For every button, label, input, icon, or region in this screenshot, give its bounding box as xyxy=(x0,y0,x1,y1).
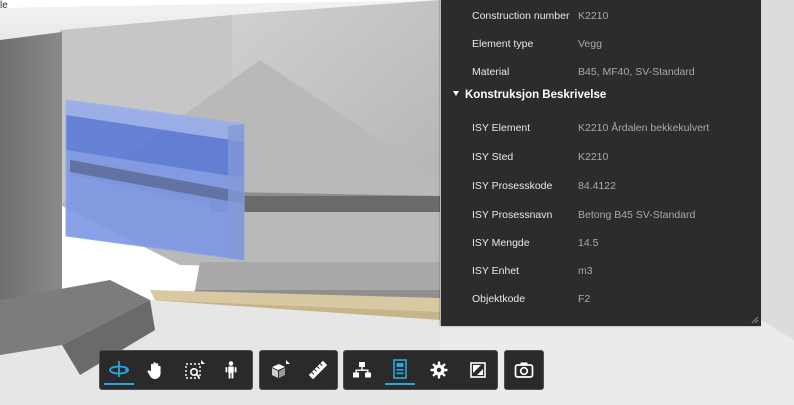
first-person-button[interactable] xyxy=(216,355,246,385)
section-header-konstruksjon[interactable]: Konstruksjon Beskrivelse xyxy=(453,89,606,101)
property-row: ISY Prosessnavn Betong B45 SV-Standard xyxy=(441,201,761,229)
fullscreen-icon xyxy=(470,362,486,378)
property-key: ISY Prosessnavn xyxy=(472,209,553,221)
property-value: Betong B45 SV-Standard xyxy=(578,209,696,221)
fit-to-view-icon xyxy=(185,360,205,379)
property-key: ISY Prosesskode xyxy=(472,180,553,192)
property-key: Construction number xyxy=(472,10,570,22)
resize-grip-icon[interactable] xyxy=(751,316,759,324)
caret-down-icon xyxy=(453,91,459,96)
model-browser-icon xyxy=(353,362,371,378)
toolbar-capture-group xyxy=(504,350,544,390)
property-key: ISY Enhet xyxy=(472,265,520,277)
property-value: F2 xyxy=(578,293,591,305)
property-row: ISY Element K2210 Årdalen bekkekulvert xyxy=(441,114,761,142)
toolbar-navigation-group xyxy=(99,350,253,390)
property-value: K2210 xyxy=(578,151,609,163)
orbit-icon xyxy=(109,361,129,377)
first-person-walk-icon xyxy=(225,361,237,379)
settings-gear-icon xyxy=(430,361,448,379)
property-value: 84.4122 xyxy=(578,180,616,192)
property-row: ISY Mengde 14.5 xyxy=(441,229,761,257)
property-key: Material xyxy=(472,66,510,78)
property-value: K2210 xyxy=(578,10,609,22)
property-row: Construction number K2210 xyxy=(441,2,761,30)
property-value: 14.5 xyxy=(578,237,599,249)
property-key: Element type xyxy=(472,38,534,50)
property-row: ISY Enhet m3 xyxy=(441,257,761,285)
toolbar-panels-group xyxy=(343,350,498,390)
property-value: m3 xyxy=(578,265,593,277)
camera-icon xyxy=(514,362,534,378)
property-key: ISY Mengde xyxy=(472,237,530,249)
left-edge-text: le xyxy=(0,0,8,11)
property-row: ISY Sted K2210 xyxy=(441,143,761,171)
property-row: Material B45, MF40, SV-Standard xyxy=(441,58,761,86)
properties-icon xyxy=(393,359,407,379)
settings-button[interactable] xyxy=(424,355,454,385)
property-row: ISY Prosesskode 84.4122 xyxy=(441,172,761,200)
orbit-button[interactable] xyxy=(104,355,134,385)
toolbar-model-group xyxy=(259,350,338,390)
property-row: Objektkode F2 xyxy=(441,285,761,313)
fullscreen-button[interactable] xyxy=(463,355,493,385)
model-browser-button[interactable] xyxy=(347,355,377,385)
snapshot-button[interactable] xyxy=(509,355,539,385)
pan-button[interactable] xyxy=(140,355,170,385)
property-value: Vegg xyxy=(578,38,602,50)
explode-model-button[interactable] xyxy=(265,355,295,385)
property-value: B45, MF40, SV-Standard xyxy=(578,66,695,78)
section-title: Konstruksjon Beskrivelse xyxy=(465,89,607,101)
properties-button[interactable] xyxy=(385,355,415,385)
measure-ruler-icon xyxy=(308,360,328,380)
pan-hand-icon xyxy=(147,362,161,379)
properties-panel[interactable]: Construction number K2210 Element type V… xyxy=(441,0,761,326)
property-key: Objektkode xyxy=(472,293,526,305)
explode-model-icon xyxy=(272,360,290,378)
viewer-window: le Construction number K2210 Element typ… xyxy=(0,0,794,405)
property-key: ISY Element xyxy=(472,122,531,134)
property-value: K2210 Årdalen bekkekulvert xyxy=(578,122,710,134)
property-key: ISY Sted xyxy=(472,151,514,163)
property-row: Element type Vegg xyxy=(441,30,761,58)
fit-to-view-button[interactable] xyxy=(180,355,210,385)
measure-button[interactable] xyxy=(303,355,333,385)
